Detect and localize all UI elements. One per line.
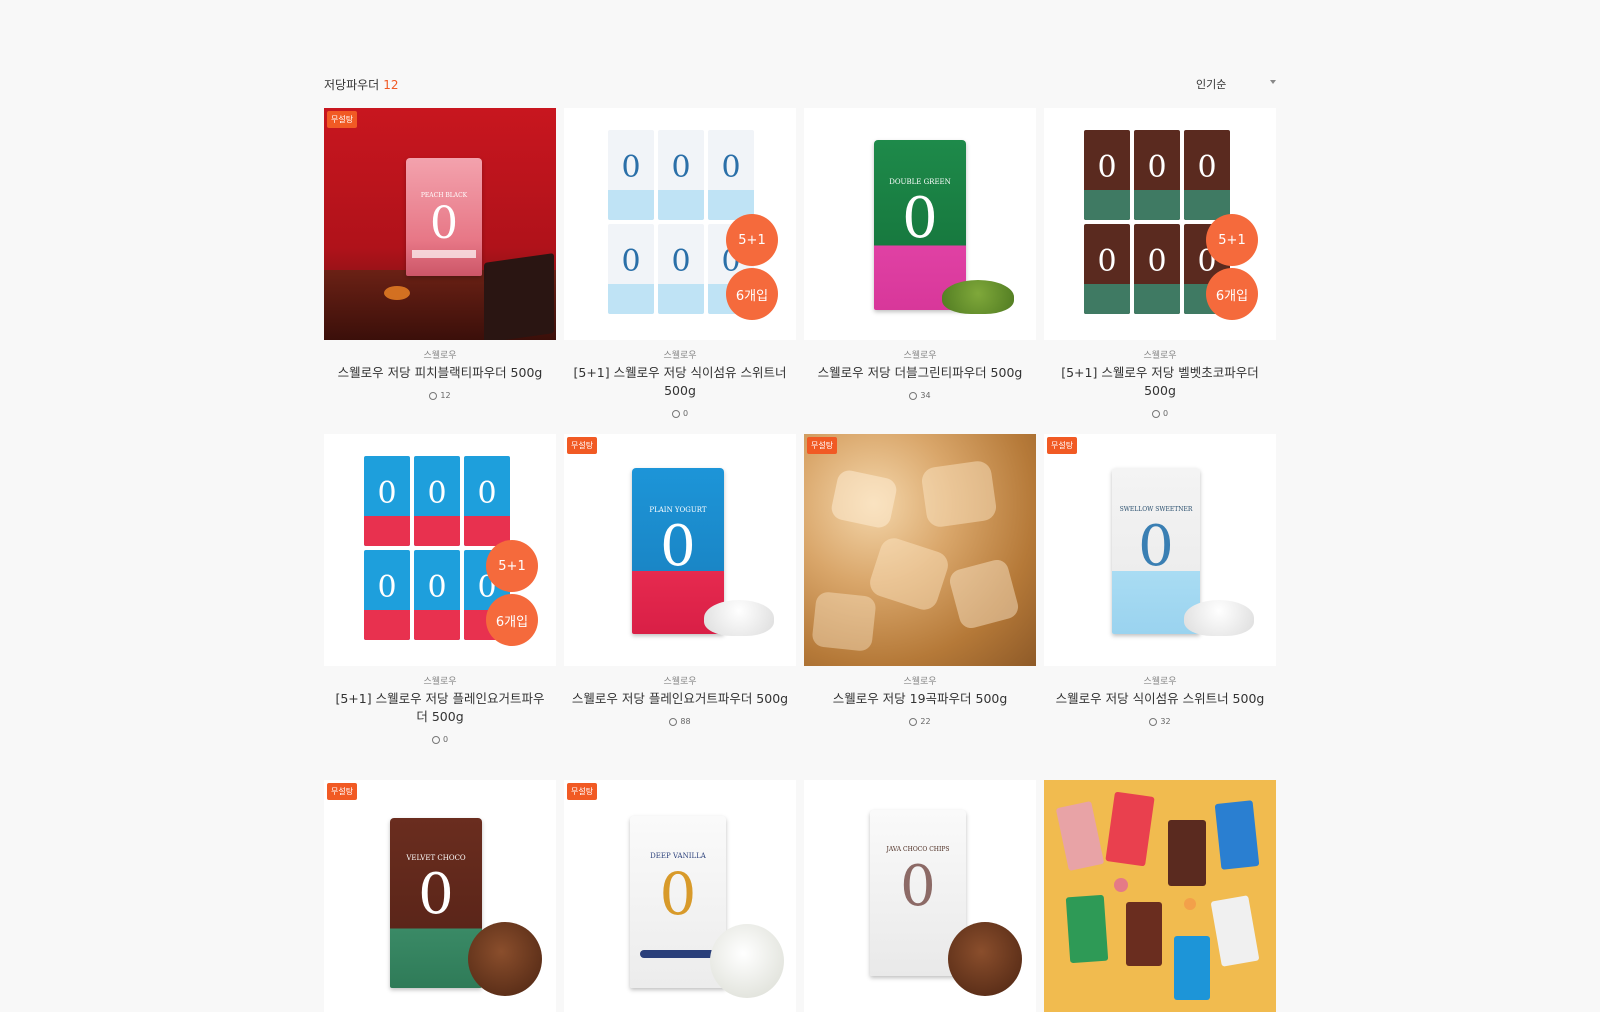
product-brand: 스웰로우 [1143,677,1177,687]
product-image[interactable]: 무설탕 VELVET CHOCO 0 [324,780,556,1012]
package-label: DOUBLE GREEN [889,178,951,186]
product-image[interactable]: 0 0 0 0 0 0 5+1 6개입 [324,434,556,666]
product-brand: 스웰로우 [423,677,457,687]
sort-label: 인기순 [1196,78,1227,91]
product-name[interactable]: 스웰로우 저당 19곡파우더 500g [804,690,1036,708]
product-card[interactable]: 0 0 0 0 0 0 5+1 6개입 스웰로우 [5+1] 스웰로우 저당 플… [324,434,556,748]
product-brand: 스웰로우 [903,677,937,687]
review-count: 88 [669,717,691,726]
product-card[interactable]: 무설탕 PEACH BLACK 0 스웰로우 스웰로우 저당 피치블랙티파우더 … [324,108,556,404]
category-name: 저당파우더 [324,78,380,92]
sugar-free-badge: 무설탕 [327,783,358,800]
product-card[interactable]: 무설탕 VELVET CHOCO 0 [324,780,556,1012]
review-count: 0 [1151,409,1169,418]
sugar-free-badge: 무설탕 [567,437,598,454]
product-brand: 스웰로우 [663,677,697,687]
review-count: 0 [671,409,689,418]
speech-bubble-icon [431,735,440,744]
product-name[interactable]: 스웰로우 저당 더블그린티파우더 500g [804,364,1036,382]
sort-dropdown[interactable]: 인기순 [1196,76,1276,92]
package-label: PLAIN YOGURT [649,506,707,514]
product-brand: 스웰로우 [663,351,697,361]
product-image[interactable]: 무설탕 [804,434,1036,666]
product-name[interactable]: [5+1] 스웰로우 저당 벨벳초코파우더 500g [1044,364,1276,400]
product-image[interactable]: 무설탕 DEEP VANILLA 0 [564,780,796,1012]
speech-bubble-icon [669,717,678,726]
product-image[interactable]: 무설탕 PLAIN YOGURT 0 [564,434,796,666]
category-title: 저당파우더 12 [324,76,398,93]
speech-bubble-icon [909,391,918,400]
speech-bubble-icon [671,409,680,418]
product-card[interactable]: DOUBLE GREEN 0 스웰로우 스웰로우 저당 더블그린티파우더 500… [804,108,1036,404]
product-card[interactable]: 무설탕 PLAIN YOGURT 0 스웰로우 스웰로우 저당 플레인요거트파우… [564,434,796,730]
sugar-free-badge: 무설탕 [567,783,598,800]
speech-bubble-icon [1149,717,1158,726]
list-header: 저당파우더 12 인기순 [324,72,1276,96]
speech-bubble-icon [429,391,438,400]
product-name[interactable]: 스웰로우 저당 플레인요거트파우더 500g [564,690,796,708]
review-number: 32 [1160,717,1171,726]
review-count: 12 [429,391,451,400]
promo-5plus1-badge: 5+1 [486,540,538,592]
product-image[interactable] [1044,780,1276,1012]
product-image[interactable]: DOUBLE GREEN 0 [804,108,1036,340]
product-card[interactable]: 무설탕 DEEP VANILLA 0 [564,780,796,1012]
package-label: DEEP VANILLA [650,852,706,860]
review-number: 22 [920,717,931,726]
product-card[interactable]: 무설탕 스웰로우 스웰로우 저당 19곡파우더 500g 22 [804,434,1036,730]
product-name[interactable]: 스웰로우 저당 피치블랙티파우더 500g [324,364,556,382]
review-number: 12 [440,391,451,400]
product-card[interactable]: 0 0 0 0 0 0 5+1 6개입 스웰로우 [5+1] 스웰로우 저당 식… [564,108,796,422]
review-number: 34 [920,391,931,400]
product-brand: 스웰로우 [903,351,937,361]
review-number: 0 [682,409,689,418]
sugar-free-badge: 무설탕 [807,437,838,454]
review-count: 34 [909,391,931,400]
product-name[interactable]: 스웰로우 저당 식이섬유 스위트너 500g [1044,690,1276,708]
product-card[interactable]: 무설탕 SWELLOW SWEETNER 0 스웰로우 스웰로우 저당 식이섬유… [1044,434,1276,730]
product-image[interactable]: JAVA CHOCO CHIPS 0 [804,780,1036,1012]
product-card[interactable]: 0 0 0 0 0 0 5+1 6개입 스웰로우 [5+1] 스웰로우 저당 벨… [1044,108,1276,422]
product-package: PEACH BLACK 0 [406,158,482,276]
product-brand: 스웰로우 [423,351,457,361]
review-number: 88 [680,717,691,726]
promo-6pack-badge: 6개입 [486,594,538,646]
sugar-free-badge: 무설탕 [327,111,358,128]
promo-5plus1-badge: 5+1 [726,214,778,266]
product-card[interactable] [1044,780,1276,1012]
product-image[interactable]: 무설탕 PEACH BLACK 0 [324,108,556,340]
product-brand: 스웰로우 [1143,351,1177,361]
review-count: 22 [909,717,931,726]
package-label: JAVA CHOCO CHIPS [886,846,950,853]
caret-down-icon [1270,80,1276,84]
product-name[interactable]: [5+1] 스웰로우 저당 식이섬유 스위트너 500g [564,364,796,400]
product-card[interactable]: JAVA CHOCO CHIPS 0 [804,780,1036,1012]
package-label: VELVET CHOCO [406,854,466,862]
review-number: 0 [1162,409,1169,418]
product-image[interactable]: 0 0 0 0 0 0 5+1 6개입 [1044,108,1276,340]
promo-6pack-badge: 6개입 [1206,268,1258,320]
promo-5plus1-badge: 5+1 [1206,214,1258,266]
package-label: SWELLOW SWEETNER [1119,506,1193,513]
review-count: 0 [431,735,449,744]
review-number: 0 [442,735,449,744]
product-image[interactable]: 무설탕 SWELLOW SWEETNER 0 [1044,434,1276,666]
sugar-free-badge: 무설탕 [1047,437,1078,454]
promo-6pack-badge: 6개입 [726,268,778,320]
review-count: 32 [1149,717,1171,726]
product-count: 12 [383,78,399,92]
product-image[interactable]: 0 0 0 0 0 0 5+1 6개입 [564,108,796,340]
speech-bubble-icon [909,717,918,726]
speech-bubble-icon [1151,409,1160,418]
product-name[interactable]: [5+1] 스웰로우 저당 플레인요거트파우더 500g [324,690,556,726]
